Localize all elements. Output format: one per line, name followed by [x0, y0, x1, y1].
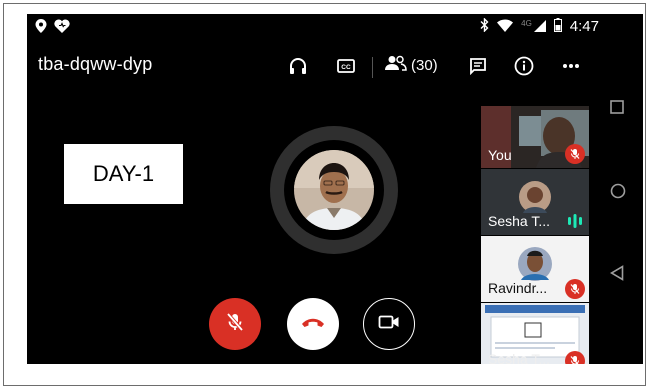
captions-icon[interactable]: CC	[334, 54, 358, 78]
toolbar-separator	[372, 57, 373, 78]
back-triangle-icon[interactable]	[609, 265, 624, 286]
signal-icon	[533, 19, 546, 35]
participant-name: Sesha T...	[488, 213, 551, 229]
recents-square-icon[interactable]	[610, 100, 624, 119]
mic-off-icon	[565, 279, 585, 299]
svg-text:CC: CC	[341, 64, 351, 71]
wifi-icon	[497, 18, 514, 35]
participant-tile[interactable]: Sesha T...	[481, 303, 589, 364]
chat-icon[interactable]	[466, 54, 490, 78]
mic-off-icon	[565, 351, 585, 364]
location-pin-icon	[35, 19, 47, 38]
day-label: DAY-1	[64, 144, 183, 204]
camera-toggle-button[interactable]	[363, 298, 415, 350]
video-camera-icon	[378, 314, 400, 335]
info-icon[interactable]	[512, 54, 536, 78]
people-icon	[385, 55, 407, 75]
speaker-photo	[294, 150, 374, 230]
status-bar: 4G 4:47	[27, 14, 643, 40]
more-icon[interactable]	[559, 54, 583, 78]
participant-name: Sesha T...	[488, 351, 551, 364]
speaking-indicator-icon	[567, 213, 583, 234]
mute-mic-button[interactable]	[209, 298, 261, 350]
bluetooth-icon	[480, 17, 489, 35]
participants-button[interactable]: (30)	[385, 55, 438, 75]
heart-icon	[54, 19, 70, 38]
participant-tile[interactable]: Sesha T...	[481, 169, 589, 235]
participant-name: Ravindr...	[488, 280, 548, 296]
meeting-code: tba-dqww-dyp	[38, 54, 153, 74]
phone-screen: 4G 4:47 tba-dqww-dyp CC (30) DAY-1 You S…	[27, 14, 643, 364]
mic-off-icon	[565, 144, 585, 164]
network-type: 4G	[521, 19, 532, 28]
participant-tile-self[interactable]: You	[481, 106, 589, 168]
participant-tile[interactable]: Ravindr...	[481, 236, 589, 302]
hang-up-button[interactable]	[287, 298, 339, 350]
mic-off-icon	[224, 311, 246, 338]
active-speaker-avatar	[270, 126, 398, 254]
battery-icon	[553, 18, 562, 35]
headphones-icon[interactable]	[286, 54, 310, 78]
participants-count: (30)	[411, 56, 438, 74]
home-circle-icon[interactable]	[610, 183, 626, 204]
hang-up-icon	[300, 315, 326, 333]
figure-frame: 4G 4:47 tba-dqww-dyp CC (30) DAY-1 You S…	[3, 3, 646, 386]
clock: 4:47	[569, 18, 599, 35]
participant-name: You	[488, 147, 512, 163]
